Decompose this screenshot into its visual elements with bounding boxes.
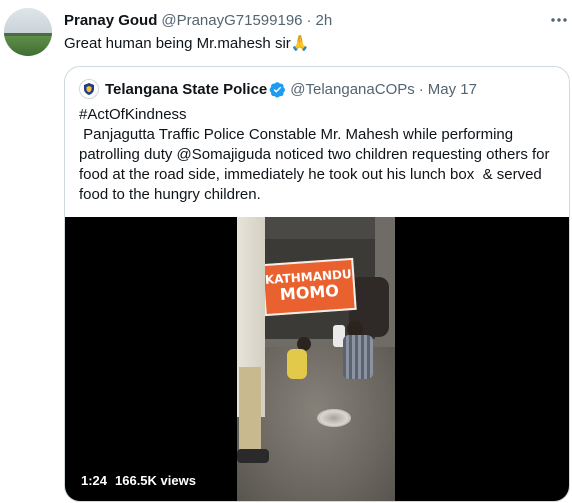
quoted-tweet[interactable]: Telangana State Police @TelanganaCOPs · … — [64, 66, 570, 502]
police-boot — [237, 449, 269, 463]
tweet[interactable]: Pranay Goud @PranayG71599196 · 2h Great … — [0, 0, 572, 503]
hashtag-line[interactable]: #ActOfKindness — [79, 105, 563, 125]
quoted-author-handle[interactable]: @TelanganaCOPs — [290, 81, 414, 98]
video-views: 166.5K views — [115, 473, 196, 488]
sign-line-2: MOMO — [279, 280, 340, 305]
tweet-text: Great human being Mr.mahesh sir🙏 — [64, 35, 310, 52]
quoted-tweet-header: Telangana State Police @TelanganaCOPs · … — [79, 79, 477, 99]
quoted-text-line: patrolling duty @Somajiguda noticed two … — [79, 146, 550, 163]
quoted-text-line: Panjagutta Traffic Police Constable Mr. … — [79, 126, 514, 143]
separator-dot: · — [306, 11, 312, 29]
author-name[interactable]: Pranay Goud — [64, 12, 157, 29]
avatar-field — [4, 35, 52, 56]
police-logo-icon[interactable] — [79, 79, 99, 99]
food-cart-top — [257, 217, 375, 239]
more-icon-svg — [551, 18, 567, 22]
child-striped-shirt — [343, 335, 373, 379]
steel-plate — [317, 409, 351, 427]
quoted-tweet-date[interactable]: May 17 — [428, 81, 477, 98]
video-player[interactable]: KATHMANDU MOMO 1:24 166.5K views — [65, 217, 569, 501]
shop-sign: KATHMANDU MOMO — [261, 257, 357, 317]
quoted-separator-dot: · — [418, 80, 424, 98]
quoted-author-name[interactable]: Telangana State Police — [105, 81, 267, 98]
more-horizontal-icon[interactable] — [549, 10, 569, 30]
tweet-header: Pranay Goud @PranayG71599196 · 2h — [64, 10, 332, 30]
author-handle[interactable]: @PranayG71599196 — [161, 12, 302, 29]
police-constable-leg — [239, 367, 261, 457]
quoted-tweet-text: #ActOfKindness Panjagutta Traffic Police… — [79, 105, 563, 205]
verified-badge-icon — [269, 81, 286, 98]
police-logo-svg — [84, 83, 94, 95]
video-frame: KATHMANDU MOMO — [237, 217, 395, 501]
child-yellow-shirt — [287, 349, 307, 379]
tweet-time[interactable]: 2h — [316, 12, 333, 29]
quoted-text-line: food at the road side, immediately he to… — [79, 166, 542, 183]
video-duration: 1:24 — [81, 473, 108, 488]
avatar[interactable] — [4, 8, 52, 56]
quoted-text-line: food to the hungry children. — [79, 186, 261, 203]
verified-badge-svg — [269, 81, 286, 98]
